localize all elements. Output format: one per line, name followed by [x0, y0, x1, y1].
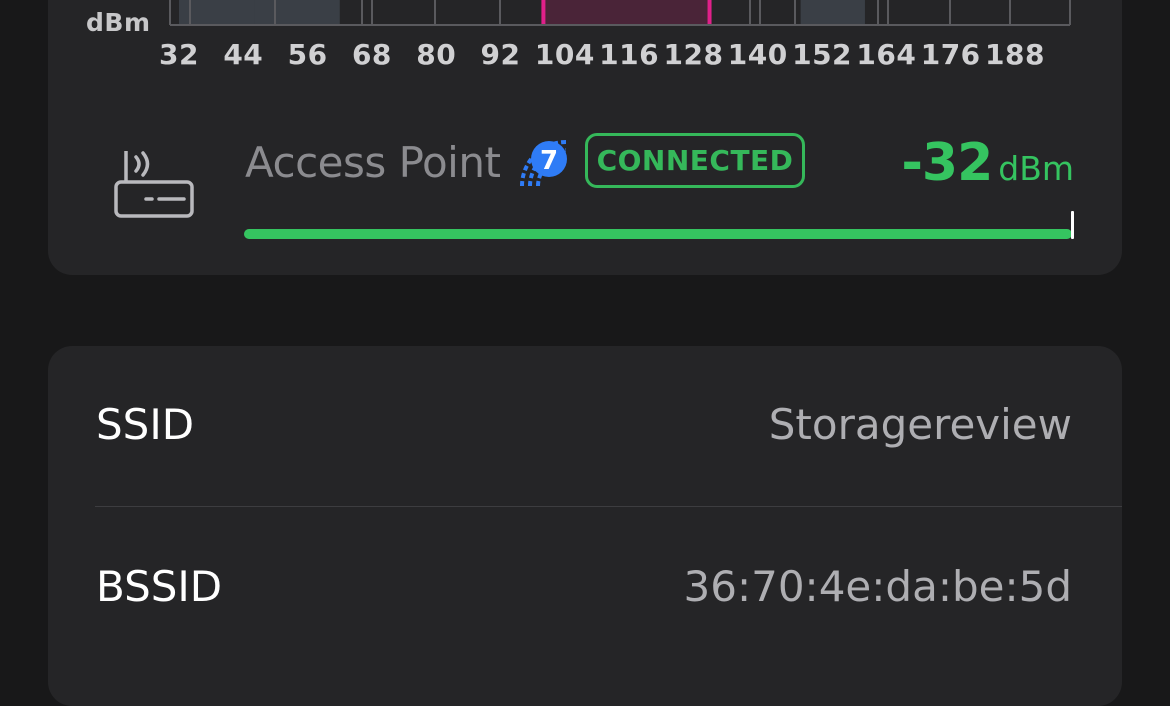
chart-unit-label: dBm	[86, 8, 151, 37]
channel-tick-label: 32	[159, 38, 199, 71]
row-divider	[95, 506, 1122, 507]
channel-tick-label: 56	[287, 38, 328, 71]
channel-tick-label: 68	[351, 38, 392, 71]
neighbor-network-bar	[254, 0, 340, 25]
signal-strength-bar	[244, 229, 1072, 239]
access-point-label: Access Point	[245, 138, 501, 187]
signal-strength-unit: dBm	[998, 149, 1074, 188]
channel-chart	[169, 0, 1071, 26]
signal-strength-value: -32	[901, 133, 993, 193]
bssid-value: 36:70:4e:da:be:5d	[683, 562, 1072, 611]
channel-tick-label: 152	[792, 38, 853, 71]
channel-tick-label: 104	[534, 38, 595, 71]
channel-tick-label: 92	[480, 38, 521, 71]
ssid-value: Storagereview	[768, 400, 1072, 449]
wifi-7-icon: 7	[520, 140, 567, 187]
channel-tick-label: 44	[223, 38, 264, 71]
channel-tick-label: 188	[985, 38, 1045, 71]
channel-tick-label: 116	[599, 38, 660, 71]
channel-tick-label: 140	[727, 38, 788, 71]
connection-status-badge: CONNECTED	[585, 133, 805, 188]
channel-tick-label: 80	[416, 38, 457, 71]
channel-tick-label: 128	[663, 38, 724, 71]
channel-tick-label: 176	[920, 38, 981, 71]
connected-network-bar	[543, 0, 710, 25]
bssid-label: BSSID	[96, 562, 223, 611]
signal-strength-marker	[1071, 211, 1074, 239]
ssid-label: SSID	[96, 400, 195, 449]
signal-strength-bar-fill	[244, 229, 1072, 239]
channel-tick-label: 164	[856, 38, 917, 71]
signal-strength-readout: -32 dBm	[901, 133, 1074, 193]
router-icon	[114, 151, 194, 218]
neighbor-network-bar	[800, 0, 865, 25]
wifi-generation-number: 7	[540, 146, 558, 176]
